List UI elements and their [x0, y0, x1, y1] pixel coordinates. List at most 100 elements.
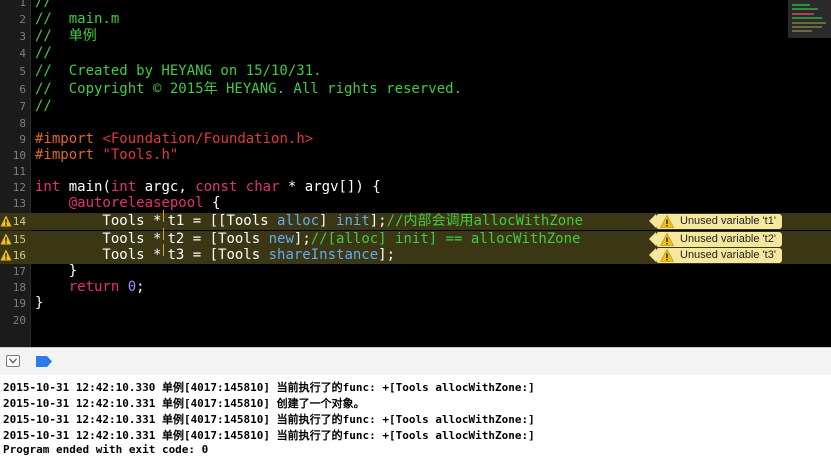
method-name: shareInstance: [268, 247, 379, 263]
comment: //内部会调用allocWithZone: [386, 213, 584, 229]
fix-it-caret: [161, 228, 167, 243]
code-line[interactable]: 18 return 0;: [0, 279, 831, 296]
console-line: 2015-10-31 12:42:10.330 单例[4017:145810] …: [3, 381, 535, 394]
line-number: 3: [19, 30, 26, 43]
code-fragment: argc,: [136, 179, 196, 195]
code-fragment: ];: [293, 231, 311, 247]
code-text: Tools * t1 = [[Tools alloc] init];//内部会调用…: [35, 210, 584, 230]
hide-debug-area-icon: [9, 358, 17, 364]
code-line[interactable]: 1 //: [0, 0, 831, 11]
code-line-warning[interactable]: 15 Tools * t2 = [Tools new];//[alloc] ini…: [0, 228, 831, 248]
code-line[interactable]: 6 // Copyright © 2015年 HEYANG. All right…: [0, 81, 831, 98]
console-line: 2015-10-31 12:42:10.331 单例[4017:145810] …: [3, 397, 365, 410]
warning-message: Unused variable 't2': [680, 233, 776, 245]
code-text: // Created by HEYANG on 15/10/31.: [35, 63, 322, 79]
warning-message: Unused variable 't3': [680, 249, 776, 261]
code-line[interactable]: 13 @autoreleasepool {: [0, 195, 831, 212]
code-fragment: * argv[]) {: [279, 179, 381, 195]
line-number: 18: [12, 281, 26, 294]
code-fragment: Tools *: [35, 231, 162, 247]
code-line[interactable]: 3 // 单例: [0, 28, 831, 45]
code-fragment: ]: [319, 213, 337, 229]
code-line[interactable]: 8: [0, 115, 831, 132]
line-number: 14: [12, 215, 26, 228]
line-number: 4: [19, 47, 26, 60]
code-line[interactable]: 2 // main.m: [0, 11, 831, 28]
line-number: 11: [12, 165, 26, 178]
console-line: 2015-10-31 12:42:10.331 单例[4017:145810] …: [3, 413, 535, 426]
code-text: //: [35, 98, 52, 114]
line-number: 2: [19, 13, 26, 26]
warning-badge[interactable]: Unused variable 't2': [649, 232, 782, 247]
line-number: 10: [12, 149, 26, 162]
keyword: @autoreleasepool: [68, 195, 204, 211]
warning-badge[interactable]: Unused variable 't3': [649, 248, 782, 263]
code-fragment: [237, 179, 245, 195]
method-name: new: [268, 231, 294, 247]
code-fragment: ];: [378, 247, 396, 263]
code-text: Tools * t2 = [Tools new];//[alloc] init] …: [35, 228, 581, 248]
fix-it-caret: [161, 244, 167, 259]
code-line[interactable]: 11: [0, 163, 831, 180]
code-text: Tools * t3 = [Tools shareInstance];: [35, 244, 396, 264]
line-number: 20: [12, 314, 26, 327]
console-output[interactable]: 2015-10-31 12:42:10.330 单例[4017:145810] …: [0, 375, 831, 469]
keyword: int: [110, 179, 137, 195]
code-text: }: [35, 263, 78, 279]
code-text: // main.m: [35, 11, 120, 27]
code-line-warning[interactable]: 16 Tools * t3 = [Tools shareInstance]; Un…: [0, 244, 831, 264]
method-name: alloc: [277, 213, 320, 229]
code-line[interactable]: 4 //: [0, 45, 831, 62]
code-text: //: [35, 45, 52, 61]
line-number: 17: [12, 265, 26, 278]
hide-debug-area-button[interactable]: [6, 355, 20, 367]
code-line-warning[interactable]: 14 Tools * t1 = [[Tools alloc] init];//内部…: [0, 210, 831, 230]
code-text: #import <Foundation/Foundation.h>: [35, 131, 313, 148]
code-fragment: {: [203, 195, 221, 211]
code-fragment: Tools *: [35, 213, 162, 229]
warning-badge[interactable]: Unused variable 't1': [649, 214, 782, 229]
code-text: //: [35, 0, 52, 10]
code-text: // Copyright © 2015年 HEYANG. All rights …: [35, 81, 463, 97]
line-number: 1: [19, 0, 26, 9]
comment: //[alloc] init] == allocWithZone: [310, 231, 581, 247]
line-number: 8: [19, 117, 26, 130]
code-fragment: ;: [136, 279, 145, 295]
warning-message: Unused variable 't1': [680, 215, 776, 227]
code-line[interactable]: 20: [0, 312, 831, 329]
number-literal: 0: [127, 279, 137, 295]
string-literal: <Foundation/Foundation.h>: [102, 131, 314, 147]
code-line[interactable]: 12 int main(int argc, const char * argv[…: [0, 179, 831, 196]
code-fragment: t1 = [[Tools: [167, 213, 278, 229]
line-number: 9: [19, 133, 26, 146]
method-name: init: [336, 213, 370, 229]
debug-area-bar: [0, 347, 831, 376]
line-number: 15: [12, 233, 26, 246]
preprocessor-directive: #import: [35, 147, 95, 163]
line-number: 13: [12, 197, 26, 210]
keyword: int: [35, 179, 61, 195]
code-line[interactable]: 9 #import <Foundation/Foundation.h>: [0, 131, 831, 148]
code-fragment: [119, 279, 127, 295]
fix-it-caret: [161, 210, 167, 225]
breakpoints-toggle-icon[interactable]: [36, 356, 52, 367]
code-text: #import "Tools.h": [35, 147, 178, 164]
code-text: @autoreleasepool {: [35, 195, 221, 212]
code-line[interactable]: 19 }: [0, 295, 831, 312]
code-text: return 0;: [35, 279, 145, 296]
warning-triangle-icon: [660, 215, 674, 228]
string-literal: "Tools.h": [102, 147, 179, 163]
code-line[interactable]: 7 //: [0, 98, 831, 115]
code-line[interactable]: 5 // Created by HEYANG on 15/10/31.: [0, 63, 831, 80]
line-number: 5: [19, 65, 26, 78]
code-line[interactable]: 17 }: [0, 263, 831, 280]
line-number: 6: [19, 83, 26, 96]
line-number: 19: [12, 297, 26, 310]
code-line[interactable]: 10 #import "Tools.h": [0, 147, 831, 164]
code-fragment: ];: [369, 213, 387, 229]
code-text: // 单例: [35, 28, 97, 44]
keyword: return: [68, 279, 120, 295]
source-editor[interactable]: 1 // 2 // main.m 3 // 单例 4 // 5 // Creat…: [0, 0, 831, 347]
keyword: char: [245, 179, 280, 195]
